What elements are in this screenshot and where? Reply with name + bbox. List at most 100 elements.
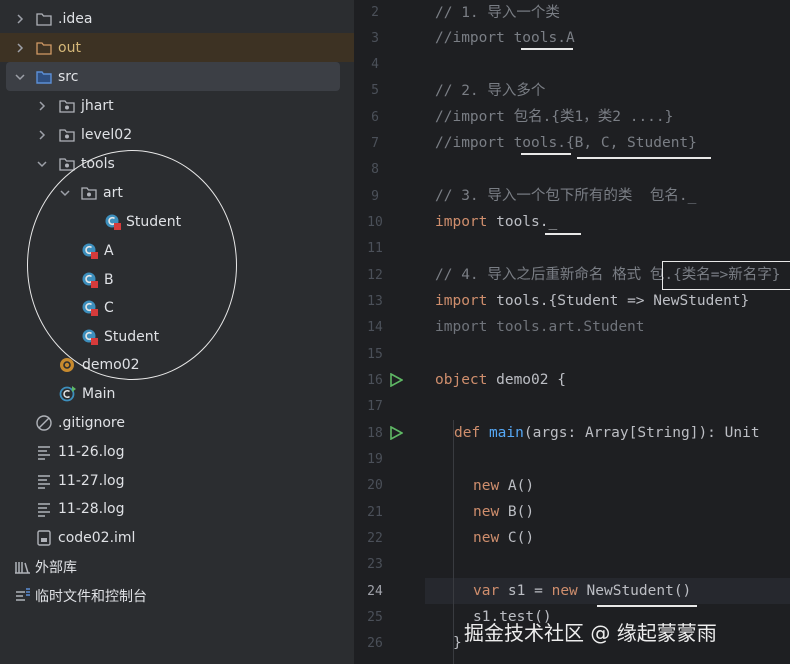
folder-icon [36, 41, 52, 55]
tree-item-log-1128[interactable]: 11-28.log [0, 494, 354, 523]
tree-item-gitignore[interactable]: .gitignore [0, 408, 354, 437]
chevron-right-icon[interactable] [14, 13, 26, 25]
code-text: s1 = [499, 583, 552, 599]
code-line-9: // 3. 导入一个包下所有的类 包名._ [435, 188, 697, 204]
chevron-right-icon[interactable] [36, 100, 48, 112]
line-number: 25 [367, 610, 383, 625]
code-text: demo02 { [487, 372, 566, 388]
scala-class-icon [82, 300, 98, 316]
scala-class-icon [105, 214, 121, 230]
tree-item-log-1126[interactable]: 11-26.log [0, 437, 354, 466]
tree-item-a[interactable]: A [0, 236, 354, 265]
package-icon [59, 128, 75, 142]
tree-item-iml[interactable]: code02.iml [0, 523, 354, 552]
keyword: new [473, 504, 500, 520]
text-file-icon [38, 445, 50, 460]
chevron-right-icon[interactable] [14, 42, 26, 54]
annotation-underline [597, 605, 697, 607]
tree-item-art[interactable]: art [0, 178, 354, 207]
code-line-12: // 4. 导入之后重新命名 格式 包.{类名=>新名字} [435, 267, 781, 283]
tree-item-label: tools [81, 155, 115, 172]
tree-item-tools-student[interactable]: Student [0, 322, 354, 351]
tree-item-external-libraries[interactable]: 外部库 [0, 552, 354, 581]
code-line-6: //import 包名.{类1，类2 ....} [435, 109, 674, 125]
tree-item-label: 外部库 [35, 559, 77, 576]
tree-item-out[interactable]: out [0, 33, 354, 62]
line-number: 8 [371, 162, 379, 177]
code-line-20: new A() [473, 473, 534, 499]
scratches-icon [16, 587, 30, 601]
watermark: 掘金技术社区 @ 缘起蒙蒙雨 [464, 621, 717, 645]
scala-class-icon [82, 329, 98, 345]
code-line-21: new B() [473, 499, 534, 525]
tree-item-tools[interactable]: tools [0, 149, 354, 178]
source-folder-icon [36, 70, 52, 84]
keyword: import [435, 214, 488, 230]
line-number: 19 [367, 452, 383, 467]
library-icon [15, 561, 30, 574]
code-line-10: import tools._ [435, 209, 557, 235]
tree-item-jhart[interactable]: jhart [0, 91, 354, 120]
tree-item-label: demo02 [82, 356, 140, 373]
code-line-13: import tools.{Student => NewStudent} [435, 288, 749, 314]
tree-item-label: A [104, 242, 114, 259]
line-number: 10 [367, 215, 383, 230]
tree-item-idea[interactable]: .idea [0, 4, 354, 33]
code-text: (args: Array[String]): Unit [523, 425, 760, 441]
tree-item-main[interactable]: Main [0, 379, 354, 408]
tree-item-label: Student [104, 328, 160, 345]
line-number: 11 [367, 241, 383, 256]
line-number: 13 [367, 294, 383, 309]
code-line-14: import tools.art.Student [435, 319, 645, 335]
package-icon [59, 157, 75, 171]
line-number: 7 [371, 136, 379, 151]
code-text: C() [499, 530, 535, 546]
tree-item-c[interactable]: C [0, 293, 354, 322]
scala-class-icon [82, 272, 98, 288]
tree-item-b[interactable]: B [0, 265, 354, 294]
text-file-icon [38, 474, 50, 489]
folder-icon [36, 12, 52, 26]
text-file-icon [38, 502, 50, 517]
code-line-2: // 1. 导入一个类 [435, 5, 560, 21]
tree-item-src[interactable]: src [6, 62, 340, 91]
chevron-right-icon[interactable] [36, 129, 48, 141]
keyword: new [473, 530, 500, 546]
tree-item-level02[interactable]: level02 [0, 120, 354, 149]
tree-item-label: art [103, 184, 123, 201]
project-tree-panel: .idea out src jhart level02 tools art St… [0, 0, 354, 664]
line-number: 12 [367, 268, 383, 283]
line-number: 20 [367, 478, 383, 493]
tree-item-art-student[interactable]: Student [0, 207, 354, 236]
tree-item-label: 11-28.log [58, 500, 125, 517]
run-icon[interactable] [389, 373, 403, 387]
line-number: 9 [371, 189, 379, 204]
line-number: 14 [367, 320, 383, 335]
keyword: var [473, 583, 500, 599]
tree-item-label: Main [82, 385, 116, 402]
line-number: 4 [371, 57, 379, 72]
chevron-down-icon[interactable] [14, 71, 26, 83]
indent-guide [453, 420, 454, 664]
annotation-underline [521, 153, 571, 155]
tree-item-label: jhart [81, 97, 114, 114]
tree-item-log-1127[interactable]: 11-27.log [0, 466, 354, 495]
function-name: main [488, 425, 524, 441]
code-text: tools.{Student => NewStudent} [487, 293, 750, 309]
chevron-down-icon[interactable] [36, 158, 48, 170]
tree-item-label: .gitignore [58, 414, 125, 431]
keyword: new [551, 583, 578, 599]
tree-item-label: src [58, 68, 79, 85]
code-text: A() [499, 478, 535, 494]
tree-item-scratches[interactable]: 临时文件和控制台 [0, 581, 354, 610]
line-number: 2 [371, 5, 379, 20]
code-line-5: // 2. 导入多个 [435, 83, 546, 99]
annotation-underline [545, 233, 581, 235]
chevron-down-icon[interactable] [59, 187, 71, 199]
code-editor[interactable]: // 1. 导入一个类 //import tools.A // 2. 导入多个 … [425, 0, 790, 664]
line-number: 17 [367, 399, 383, 414]
run-icon[interactable] [389, 426, 403, 440]
package-icon [59, 99, 75, 113]
tree-item-demo02[interactable]: demo02 [0, 350, 354, 379]
line-number: 26 [367, 636, 383, 651]
